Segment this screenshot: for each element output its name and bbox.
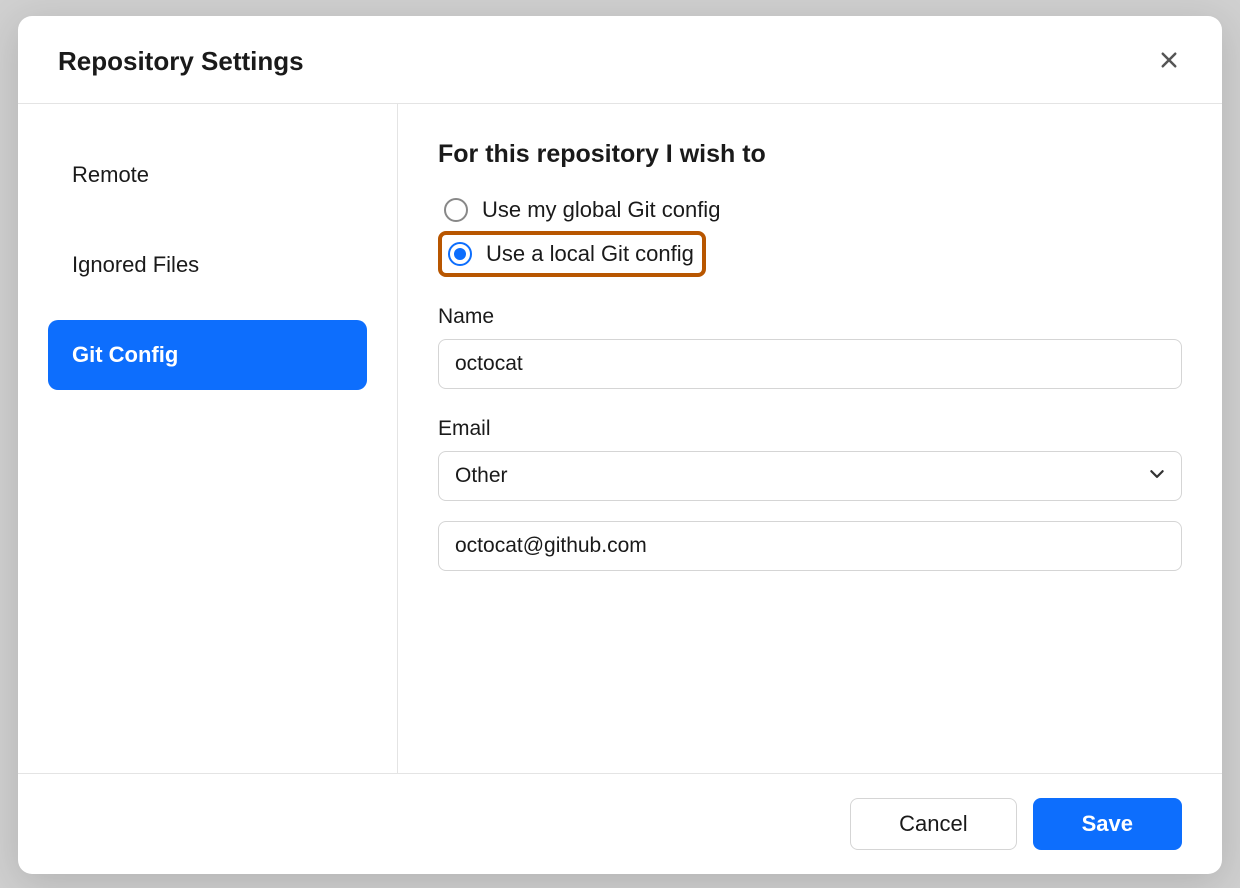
radio-label: Use a local Git config — [486, 241, 694, 267]
email-select[interactable]: Other — [438, 451, 1182, 501]
git-config-panel: For this repository I wish to Use my glo… — [398, 104, 1222, 773]
close-button[interactable] — [1156, 49, 1182, 75]
radio-local-config[interactable]: Use a local Git config — [438, 231, 706, 277]
modal-body: Remote Ignored Files Git Config For this… — [18, 104, 1222, 773]
email-label: Email — [438, 417, 1182, 441]
repository-settings-modal: Repository Settings Remote Ignored Files… — [18, 16, 1222, 874]
cancel-button[interactable]: Cancel — [850, 798, 1016, 850]
sidebar-item-label: Ignored Files — [72, 252, 199, 277]
sidebar-item-label: Remote — [72, 162, 149, 187]
modal-header: Repository Settings — [18, 16, 1222, 104]
email-select-wrap: Other — [438, 451, 1182, 501]
name-input[interactable] — [438, 339, 1182, 389]
sidebar-item-ignored-files[interactable]: Ignored Files — [48, 230, 367, 300]
sidebar-item-label: Git Config — [72, 342, 178, 367]
settings-sidebar: Remote Ignored Files Git Config — [18, 104, 398, 773]
sidebar-item-remote[interactable]: Remote — [48, 140, 367, 210]
radio-label: Use my global Git config — [482, 197, 720, 223]
close-icon — [1159, 50, 1179, 73]
radio-global-config[interactable]: Use my global Git config — [438, 191, 728, 229]
radio-icon — [444, 198, 468, 222]
sidebar-item-git-config[interactable]: Git Config — [48, 320, 367, 390]
radio-icon — [448, 242, 472, 266]
section-heading: For this repository I wish to — [438, 140, 1182, 169]
name-label: Name — [438, 305, 1182, 329]
modal-title: Repository Settings — [58, 46, 304, 77]
email-input[interactable] — [438, 521, 1182, 571]
save-button[interactable]: Save — [1033, 798, 1182, 850]
modal-footer: Cancel Save — [18, 773, 1222, 874]
